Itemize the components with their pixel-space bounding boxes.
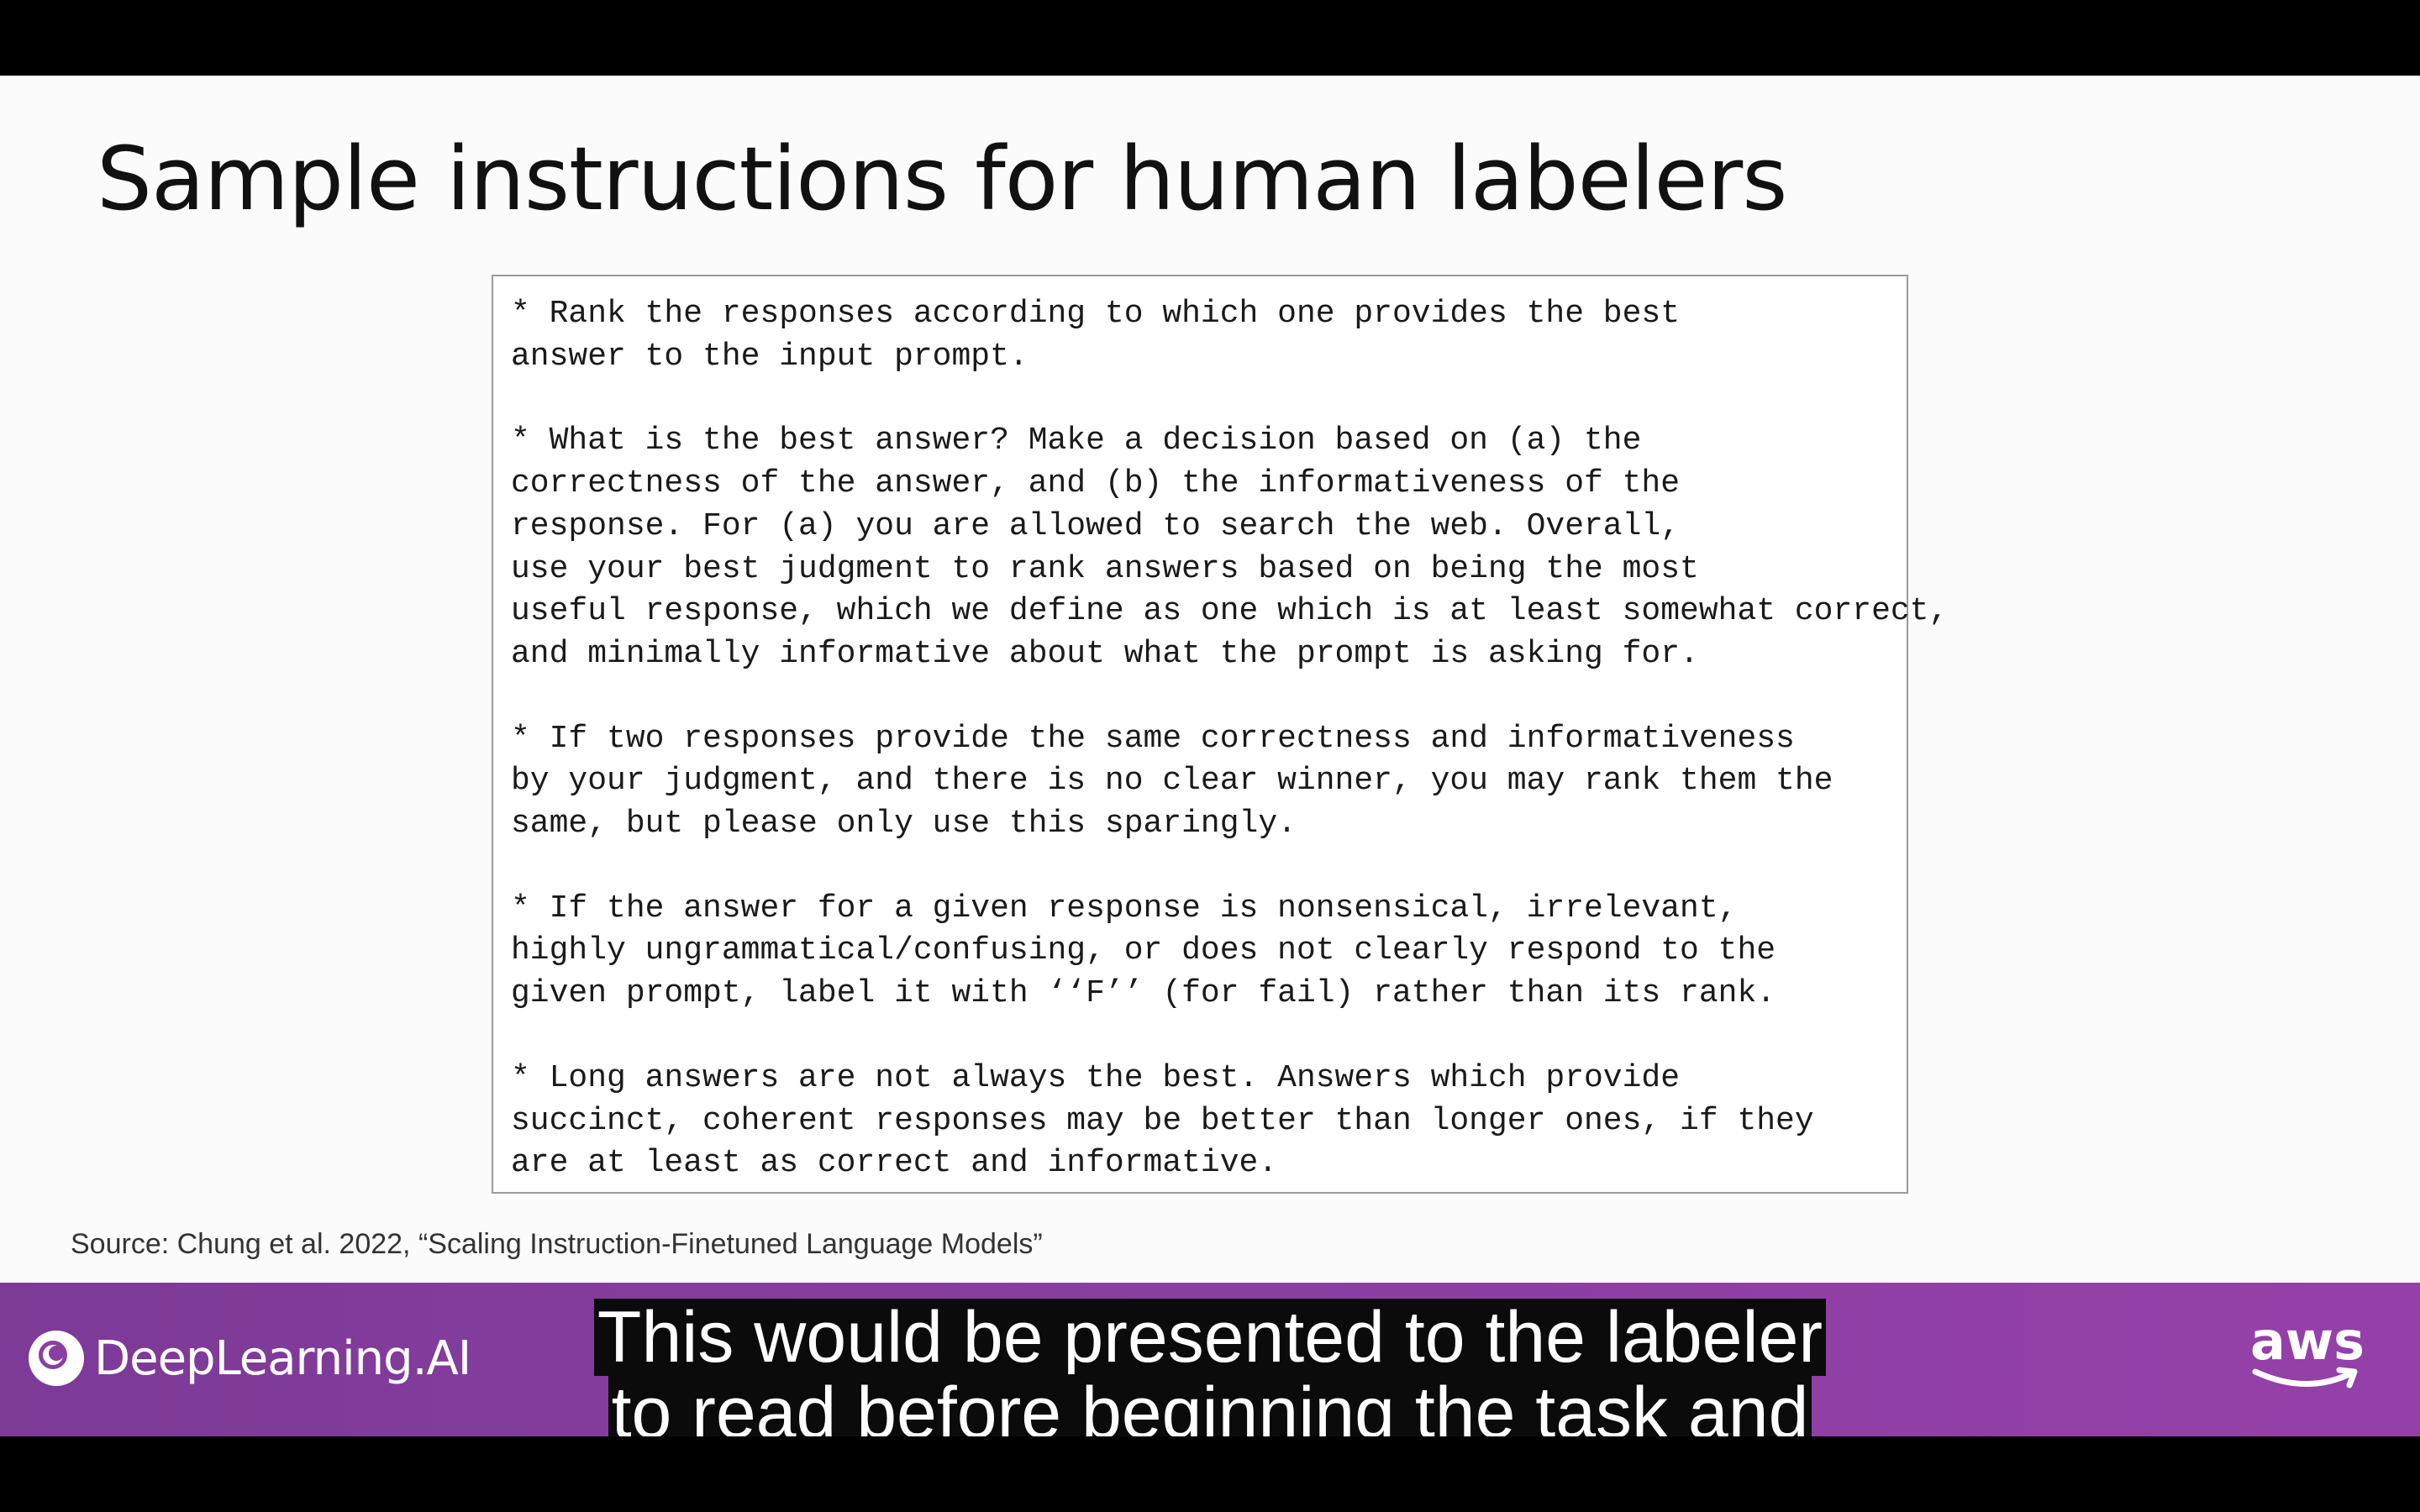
subtitle-text: This would be presented to the labeler [593, 1299, 1827, 1376]
subtitle-line-1: This would be presented to the labeler [0, 1299, 2420, 1376]
instruction-paragraph: * Long answers are not always the best. … [511, 1059, 1814, 1182]
instruction-paragraph: * Rank the responses according to which … [511, 296, 1681, 375]
video-letterbox-bottom [0, 1436, 2420, 1512]
instruction-paragraph: * What is the best answer? Make a decisi… [511, 423, 1949, 672]
slide-title: Sample instructions for human labelers [97, 128, 1787, 230]
video-letterbox-top [0, 0, 2420, 76]
instruction-paragraph: * If two responses provide the same corr… [511, 720, 1833, 843]
instructions-box: * Rank the responses according to which … [492, 275, 1949, 1194]
source-citation: Source: Chung et al. 2022, “Scaling Inst… [71, 1228, 1043, 1260]
instruction-paragraph: * If the answer for a given response is … [511, 890, 1776, 1012]
slide: Sample instructions for human labelers *… [0, 76, 2420, 1283]
